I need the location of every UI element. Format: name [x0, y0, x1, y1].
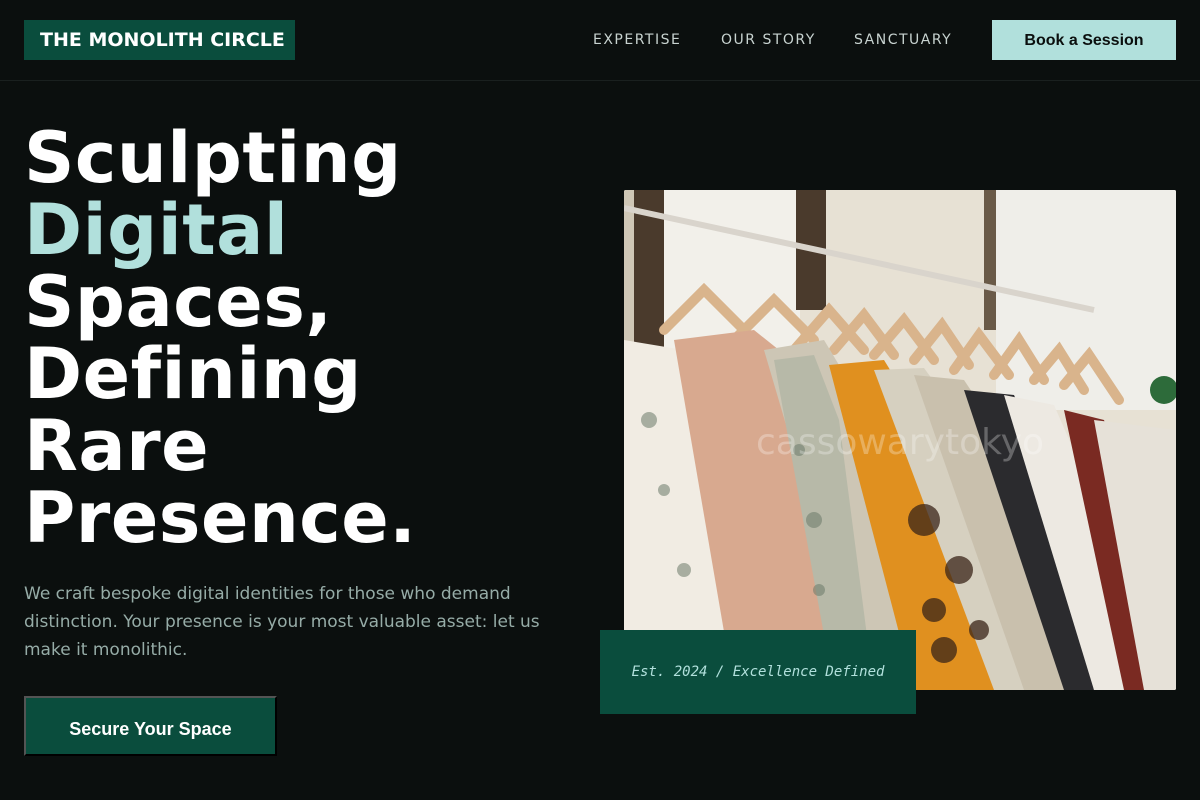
secure-space-button[interactable]: Secure Your Space: [24, 696, 277, 756]
image-watermark: cassowarytokyo: [755, 422, 1045, 463]
hero-headline: Sculpting Digital Spaces, Defining Rare …: [24, 122, 416, 554]
hero-description: We craft bespoke digital identities for …: [24, 584, 540, 660]
nav-link-expertise[interactable]: EXPERTISE: [593, 20, 681, 60]
hero-image: cassowarytokyo: [624, 190, 1176, 690]
headline-line: Rare: [24, 405, 210, 487]
headline-line: Spaces,: [24, 261, 333, 343]
headline-line: Sculpting: [24, 117, 402, 199]
headline-line: Defining: [24, 333, 362, 415]
headline-line: Presence.: [24, 477, 417, 559]
nav-link-sanctuary[interactable]: SANCTUARY: [854, 20, 952, 60]
established-badge: Est. 2024 / Excellence Defined: [600, 630, 916, 714]
brand-logo[interactable]: THE MONOLITH CIRCLE: [24, 20, 295, 60]
landing-page: THE MONOLITH CIRCLE EXPERTISE OUR STORY …: [0, 0, 1200, 800]
nav-link-our-story[interactable]: OUR STORY: [721, 20, 816, 60]
site-header: THE MONOLITH CIRCLE EXPERTISE OUR STORY …: [0, 0, 1200, 81]
headline-accent-line: Digital: [24, 189, 289, 271]
book-session-button[interactable]: Book a Session: [992, 20, 1176, 60]
